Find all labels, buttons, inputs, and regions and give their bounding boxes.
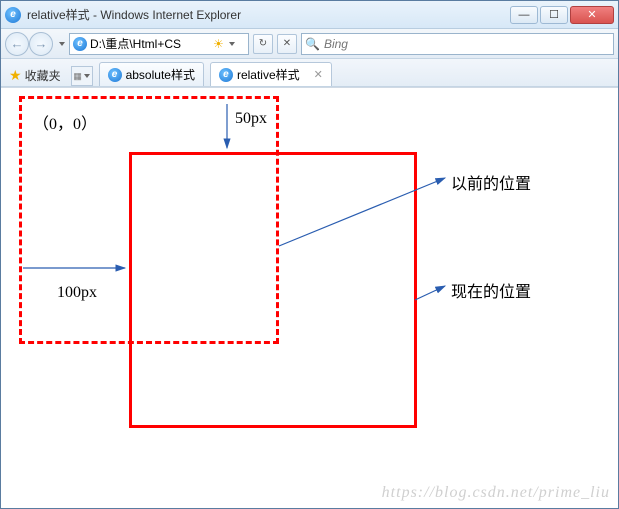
stop-button[interactable]: ✕ bbox=[277, 34, 297, 54]
window-buttons: — ☐ ✕ bbox=[510, 6, 614, 24]
tab-label: absolute样式 bbox=[126, 66, 195, 83]
maximize-button[interactable]: ☐ bbox=[540, 6, 568, 24]
address-bar[interactable]: ☀ bbox=[69, 33, 249, 55]
refresh-button[interactable]: ↻ bbox=[253, 34, 273, 54]
back-button[interactable]: ← bbox=[5, 32, 29, 56]
viewport: （0，0） 50px 100px 以前的位置 现在的位置 bbox=[1, 87, 618, 508]
favorites-label: 收藏夹 bbox=[25, 67, 61, 84]
history-dropdown-icon[interactable] bbox=[59, 42, 65, 46]
minimize-button[interactable]: — bbox=[510, 6, 538, 24]
page-content: （0，0） 50px 100px 以前的位置 现在的位置 bbox=[1, 88, 618, 508]
close-button[interactable]: ✕ bbox=[570, 6, 614, 24]
nav-arrows: ← → bbox=[5, 32, 53, 56]
titlebar: relative样式 - Windows Internet Explorer —… bbox=[1, 1, 618, 29]
ie-icon bbox=[5, 7, 21, 23]
search-icon: 🔍 bbox=[305, 37, 320, 51]
search-input[interactable] bbox=[324, 37, 610, 51]
current-position-box bbox=[129, 152, 417, 428]
offset-top-label: 50px bbox=[235, 110, 267, 128]
tab-relative[interactable]: relative样式 ✕ bbox=[210, 62, 332, 86]
tab-absolute[interactable]: absolute样式 bbox=[99, 62, 204, 86]
forward-button[interactable]: → bbox=[29, 32, 53, 56]
ie-window: relative样式 - Windows Internet Explorer —… bbox=[0, 0, 619, 509]
navbar: ← → ☀ ↻ ✕ 🔍 bbox=[1, 29, 618, 59]
window-title: relative样式 - Windows Internet Explorer bbox=[27, 6, 510, 23]
tab-close-icon[interactable]: ✕ bbox=[314, 68, 323, 81]
star-icon: ★ bbox=[9, 67, 22, 84]
stop-icon: ✕ bbox=[283, 38, 291, 49]
quick-tabs-button[interactable]: ▦ bbox=[71, 66, 93, 86]
refresh-icon: ↻ bbox=[259, 38, 267, 49]
note-after-label: 现在的位置 bbox=[451, 278, 531, 302]
favorites-button[interactable]: ★ 收藏夹 bbox=[5, 64, 65, 86]
tab-ie-icon bbox=[108, 68, 122, 82]
tab-label: relative样式 bbox=[237, 66, 300, 83]
tabbar: ★ 收藏夹 ▦ absolute样式 relative样式 ✕ bbox=[1, 59, 618, 87]
address-input[interactable] bbox=[90, 37, 210, 51]
note-before-label: 以前的位置 bbox=[451, 170, 531, 194]
tab-ie-icon bbox=[219, 68, 233, 82]
compat-icon[interactable]: ☀ bbox=[213, 37, 224, 51]
search-bar[interactable]: 🔍 bbox=[301, 33, 614, 55]
watermark: https://blog.csdn.net/prime_liu bbox=[382, 484, 610, 502]
address-dropdown-icon[interactable] bbox=[229, 42, 235, 46]
page-ie-icon bbox=[73, 37, 87, 51]
origin-label: （0，0） bbox=[33, 110, 97, 134]
offset-left-label: 100px bbox=[57, 284, 97, 302]
chevron-down-icon bbox=[84, 74, 90, 78]
